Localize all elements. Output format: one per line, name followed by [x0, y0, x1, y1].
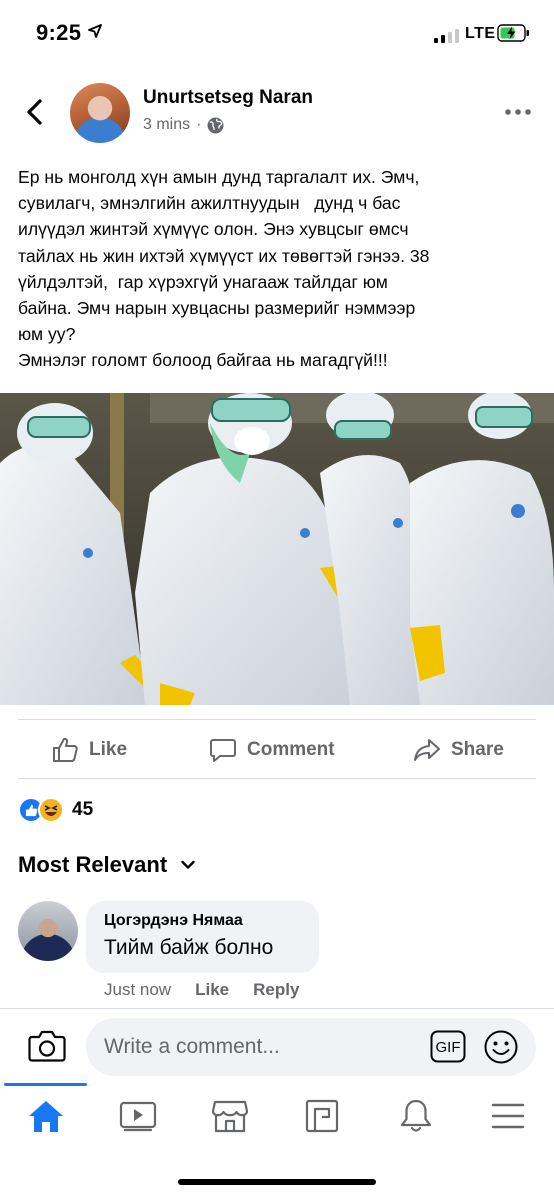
- pages-icon: [305, 1099, 339, 1133]
- back-chevron-icon[interactable]: [20, 96, 52, 128]
- battery-charging-icon: [497, 24, 529, 42]
- post-meta: 3 mins ·: [143, 116, 224, 134]
- location-arrow-icon: [88, 24, 102, 38]
- share-arrow-icon: [414, 739, 440, 761]
- composer-divider: [0, 1008, 554, 1009]
- post-photo[interactable]: [0, 393, 554, 705]
- comment-text: Тийм байж болно: [104, 936, 274, 959]
- signal-strength-icon: [434, 27, 459, 43]
- share-label: Share: [451, 739, 504, 760]
- post-author-name[interactable]: Unurtsetseg Naran: [143, 87, 313, 109]
- nav-marketplace[interactable]: [208, 1096, 252, 1136]
- author-avatar[interactable]: [70, 83, 130, 143]
- thumbs-up-icon: [53, 737, 78, 762]
- post-body-text: Ер нь монголд хүн амын дунд таргалалт их…: [18, 167, 430, 371]
- menu-icon: [491, 1103, 525, 1129]
- chevron-down-icon: [181, 860, 195, 869]
- commenter-avatar[interactable]: [18, 901, 78, 961]
- marketplace-icon: [211, 1100, 249, 1133]
- globe-icon: [207, 117, 224, 133]
- nav-pages[interactable]: [300, 1096, 344, 1136]
- post-time[interactable]: 3 mins: [143, 116, 190, 134]
- notifications-icon: [400, 1099, 432, 1132]
- network-type: LTE: [465, 25, 496, 42]
- nav-menu[interactable]: [486, 1096, 530, 1136]
- home-icon: [29, 1101, 63, 1132]
- like-label: Like: [89, 739, 128, 760]
- more-options-icon[interactable]: [500, 102, 536, 122]
- nav-watch[interactable]: [116, 1096, 160, 1136]
- gif-label: GIF: [436, 1039, 461, 1056]
- status-bar: 9:25 LTE: [0, 0, 554, 70]
- status-time: 9:25: [36, 20, 82, 45]
- sort-label: Most Relevant: [18, 852, 168, 877]
- comment-bubble-icon: [210, 739, 236, 762]
- action-bar-divider-top: [18, 719, 536, 720]
- comment-meta: Just now Like Reply: [104, 980, 299, 1000]
- gif-button[interactable]: GIF: [430, 1030, 466, 1063]
- emoji-smile-icon[interactable]: [484, 1030, 518, 1064]
- reaction-count: 45: [72, 799, 94, 820]
- haha-reaction-icon: [38, 797, 64, 823]
- share-button[interactable]: Share: [413, 732, 504, 768]
- comment-time: Just now: [104, 980, 172, 999]
- comment-bubble: Цогэрдэнэ Нямаа Тийм байж болно: [86, 901, 319, 973]
- watch-icon: [119, 1101, 157, 1132]
- nav-home[interactable]: [24, 1096, 68, 1136]
- comment-author[interactable]: Цогэрдэнэ Нямаа: [104, 912, 301, 930]
- comment-reply-button[interactable]: Reply: [253, 980, 299, 1000]
- comment-sort-dropdown[interactable]: Most Relevant: [18, 852, 195, 878]
- action-bar-divider-bottom: [18, 778, 536, 779]
- comment-like-button[interactable]: Like: [195, 980, 229, 1000]
- meta-separator: ·: [196, 116, 202, 133]
- reactions-summary[interactable]: 45: [18, 796, 93, 824]
- comment-button[interactable]: Comment: [209, 732, 335, 768]
- comment-label: Comment: [247, 739, 335, 760]
- comment-input[interactable]: [86, 1018, 536, 1076]
- like-button[interactable]: Like: [51, 732, 127, 768]
- camera-icon[interactable]: [28, 1029, 66, 1063]
- nav-notifications[interactable]: [394, 1096, 438, 1136]
- nav-active-indicator: [4, 1083, 87, 1086]
- home-indicator[interactable]: [178, 1179, 376, 1185]
